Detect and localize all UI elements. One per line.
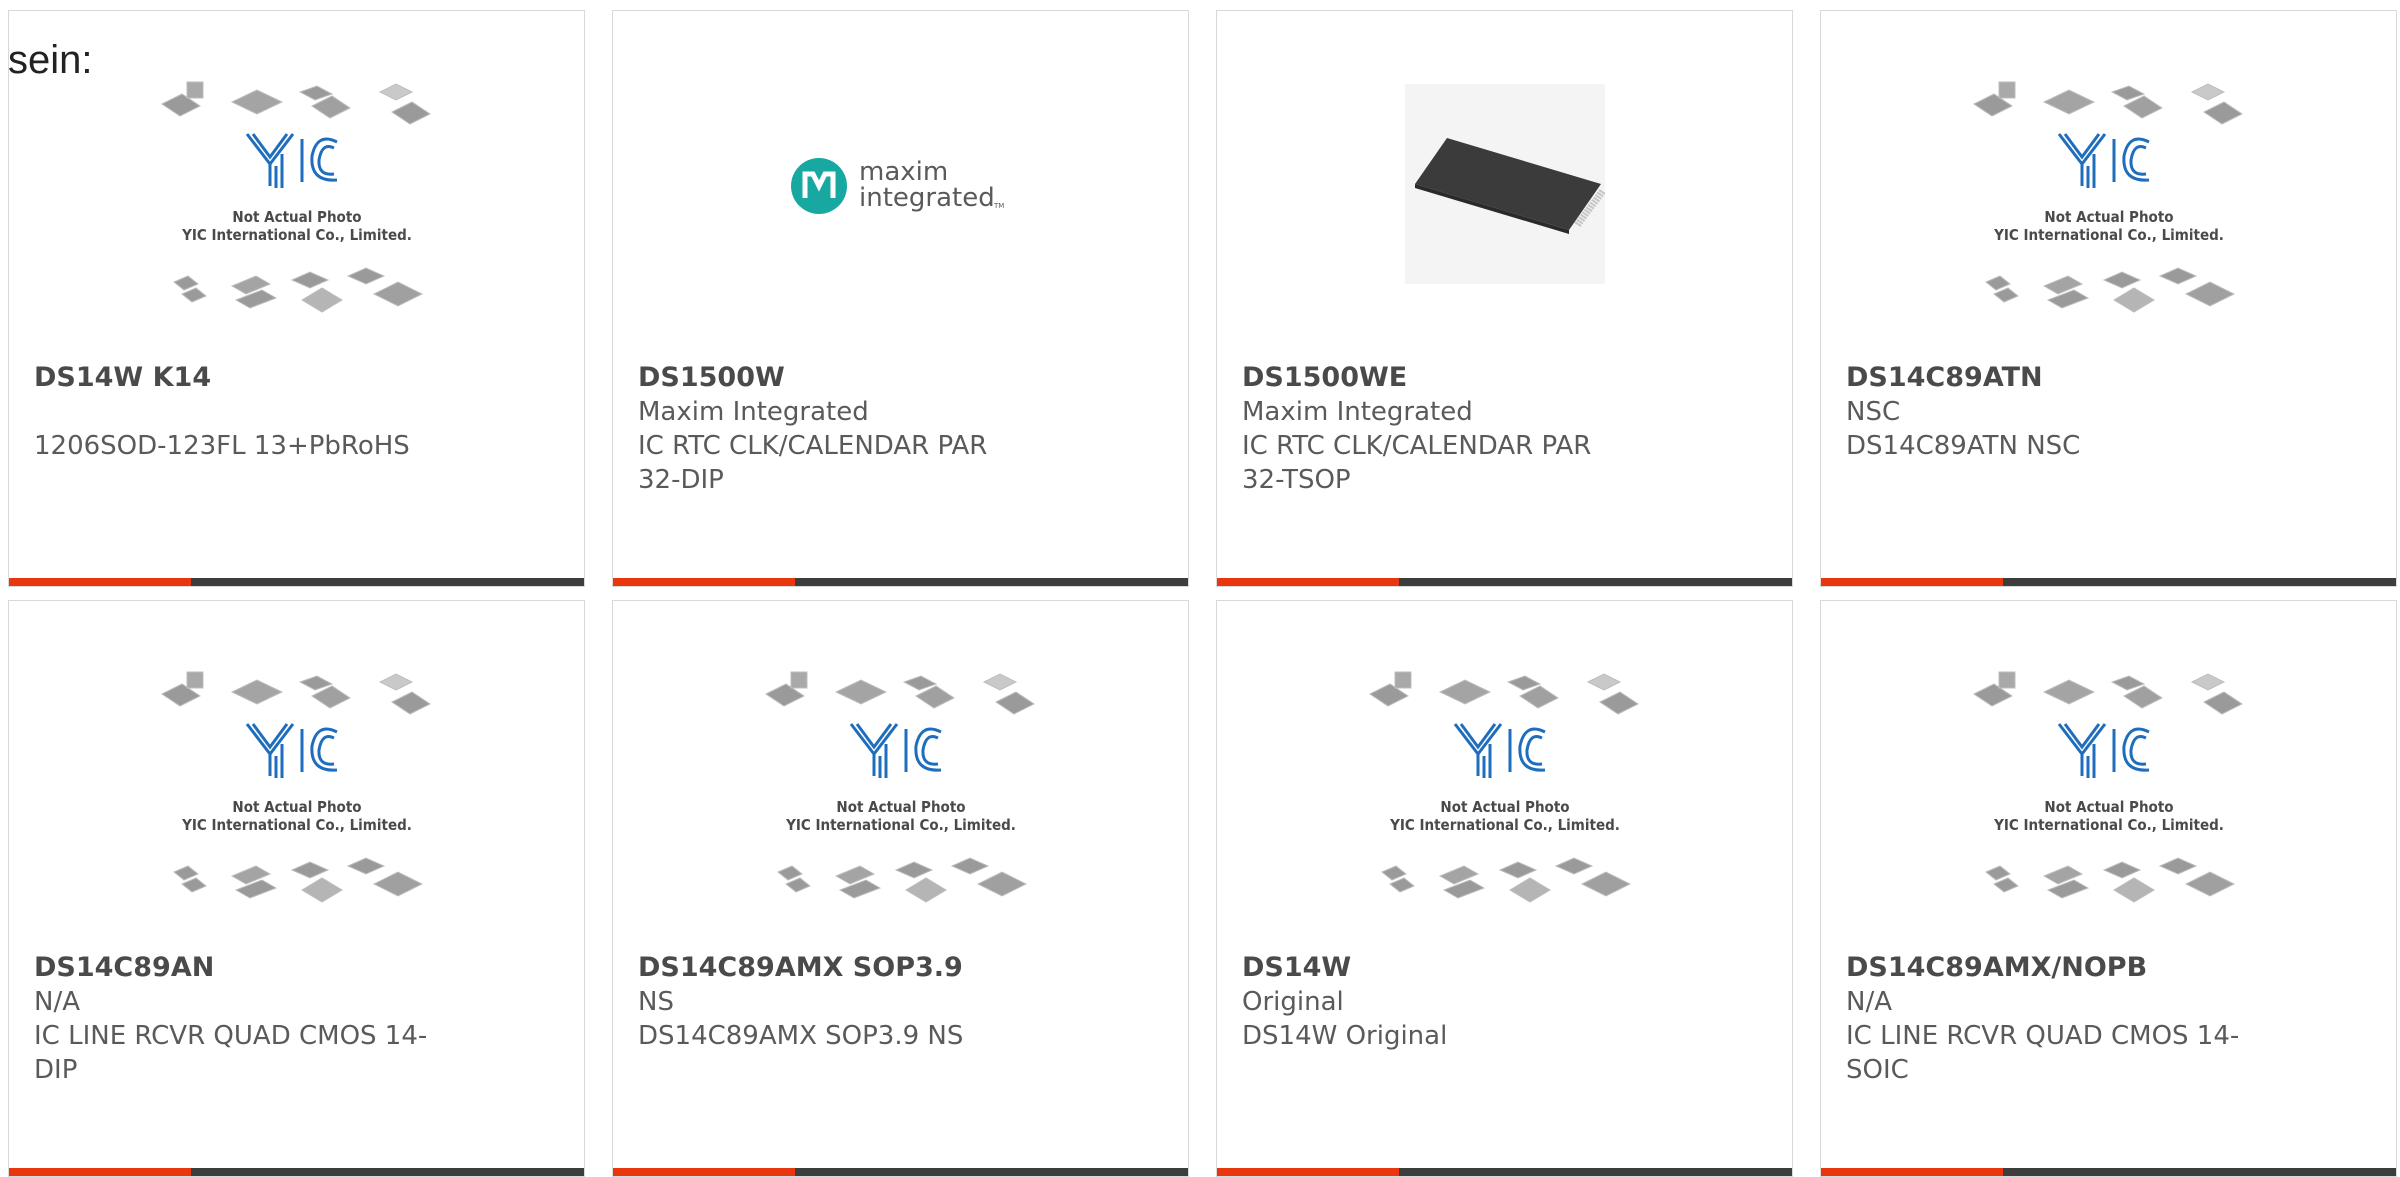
card-bottom-bar bbox=[613, 1168, 1188, 1176]
product-name[interactable]: DS1500W bbox=[638, 361, 1038, 395]
yic-placeholder-icon: Not Actual Photo YIC International Co., … bbox=[1972, 81, 2243, 313]
product-description: DS14W Original bbox=[1242, 1021, 1448, 1051]
product-card[interactable]: Not Actual Photo YIC International Co., … bbox=[1820, 10, 2397, 587]
product-info: DS1500WE Maxim Integrated IC RTC CLK/CALEN… bbox=[1242, 361, 1642, 497]
product-description: DS14C89ATN NSC bbox=[1846, 431, 2081, 461]
card-bottom-bar bbox=[1217, 578, 1792, 586]
product-image[interactable]: Not Actual Photo YIC International Co., … bbox=[613, 601, 1188, 946]
product-card[interactable]: Not Actual Photo YIC International Co., … bbox=[8, 10, 585, 587]
product-name[interactable]: DS14C89AMX/NOPB bbox=[1846, 951, 2246, 985]
product-image[interactable]: Not Actual Photo YIC International Co., … bbox=[1821, 601, 2396, 946]
card-accent-bar bbox=[613, 578, 795, 586]
placeholder-line1: Not Actual Photo bbox=[836, 798, 965, 816]
product-manufacturer: N/A bbox=[34, 987, 80, 1017]
placeholder-line2: YIC International Co., Limited. bbox=[785, 816, 1016, 834]
placeholder-line2: YIC International Co., Limited. bbox=[1389, 816, 1620, 834]
product-name[interactable]: DS14C89AN bbox=[34, 951, 434, 985]
placeholder-line2: YIC International Co., Limited. bbox=[1993, 226, 2224, 244]
placeholder-line1: Not Actual Photo bbox=[1440, 798, 1569, 816]
placeholder-line1: Not Actual Photo bbox=[2044, 208, 2173, 226]
product-card[interactable]: Not Actual Photo YIC International Co., … bbox=[8, 600, 585, 1177]
card-bottom-bar bbox=[613, 578, 1188, 586]
tsop-chip-icon bbox=[1404, 83, 1605, 284]
product-image[interactable]: maxim integrated TM bbox=[613, 11, 1188, 356]
product-manufacturer: Maxim Integrated bbox=[638, 397, 869, 427]
product-name[interactable]: DS14C89ATN bbox=[1846, 361, 2246, 395]
product-image[interactable]: Not Actual Photo YIC International Co., … bbox=[9, 11, 584, 356]
card-bottom-bar bbox=[1821, 1168, 2396, 1176]
product-manufacturer bbox=[34, 395, 434, 429]
card-bottom-bar bbox=[9, 578, 584, 586]
product-info: DS14W Original DS14W Original bbox=[1242, 951, 1642, 1053]
product-image[interactable]: Not Actual Photo YIC International Co., … bbox=[1217, 601, 1792, 946]
maxim-logo-icon: maximintegrated TM bbox=[790, 157, 1004, 214]
product-info: DS14C89ATN NSC DS14C89ATN NSC bbox=[1846, 361, 2246, 463]
card-accent-bar bbox=[9, 1168, 191, 1176]
placeholder-line2: YIC International Co., Limited. bbox=[1993, 816, 2224, 834]
product-card[interactable]: DS1500WE Maxim Integrated IC RTC CLK/CALEN… bbox=[1216, 10, 1793, 587]
card-bottom-bar bbox=[1217, 1168, 1792, 1176]
card-accent-bar bbox=[613, 1168, 795, 1176]
product-description: IC LINE RCVR QUAD CMOS 14-SOIC bbox=[1846, 1021, 2240, 1085]
card-accent-bar bbox=[1821, 1168, 2003, 1176]
product-description: IC LINE RCVR QUAD CMOS 14-DIP bbox=[34, 1021, 428, 1085]
product-description: DS14C89AMX SOP3.9 NS bbox=[638, 1021, 964, 1051]
product-image[interactable]: Not Actual Photo YIC International Co., … bbox=[9, 601, 584, 946]
placeholder-line1: Not Actual Photo bbox=[232, 798, 361, 816]
product-name[interactable]: DS14W bbox=[1242, 951, 1642, 985]
product-name[interactable]: DS14W K14 bbox=[34, 361, 434, 395]
card-accent-bar bbox=[1821, 578, 2003, 586]
yic-placeholder-icon: Not Actual Photo YIC International Co., … bbox=[160, 671, 431, 903]
product-info: DS14C89AMX SOP3.9 NS DS14C89AMX SOP3.9 NS bbox=[638, 951, 1038, 1053]
card-accent-bar bbox=[1217, 1168, 1399, 1176]
product-manufacturer: NS bbox=[638, 987, 674, 1017]
yic-placeholder-icon: Not Actual Photo YIC International Co., … bbox=[1972, 671, 2243, 903]
product-name[interactable]: DS14C89AMX SOP3.9 bbox=[638, 951, 1038, 985]
placeholder-line2: YIC International Co., Limited. bbox=[181, 816, 412, 834]
card-accent-bar bbox=[1217, 578, 1399, 586]
yic-placeholder-icon: Not Actual Photo YIC International Co., … bbox=[1368, 671, 1639, 903]
product-card[interactable]: Not Actual Photo YIC International Co., … bbox=[1820, 600, 2397, 1177]
product-manufacturer: Original bbox=[1242, 987, 1344, 1017]
product-manufacturer: N/A bbox=[1846, 987, 1892, 1017]
card-bottom-bar bbox=[1821, 578, 2396, 586]
product-manufacturer: Maxim Integrated bbox=[1242, 397, 1473, 427]
product-card[interactable]: Not Actual Photo YIC International Co., … bbox=[612, 600, 1189, 1177]
yic-placeholder-icon: Not Actual Photo YIC International Co., … bbox=[764, 671, 1035, 903]
product-image[interactable] bbox=[1217, 11, 1792, 356]
product-name[interactable]: DS1500WE bbox=[1242, 361, 1642, 395]
product-description: 1206SOD-123FL 13+PbRoHS bbox=[34, 431, 410, 461]
product-description: IC RTC CLK/CALENDAR PAR 32-TSOP bbox=[1242, 431, 1592, 495]
product-card[interactable]: Not Actual Photo YIC International Co., … bbox=[1216, 600, 1793, 1177]
product-info: DS14C89AN N/A IC LINE RCVR QUAD CMOS 14-DI… bbox=[34, 951, 434, 1087]
product-info: DS14C89AMX/NOPB N/A IC LINE RCVR QUAD CMOS… bbox=[1846, 951, 2246, 1087]
placeholder-line1: Not Actual Photo bbox=[2044, 798, 2173, 816]
placeholder-line2: YIC International Co., Limited. bbox=[181, 226, 412, 244]
product-info: DS14W K14 1206SOD-123FL 13+PbRoHS bbox=[34, 361, 434, 463]
logo-line2: integrated bbox=[859, 183, 995, 213]
product-description: IC RTC CLK/CALENDAR PAR 32-DIP bbox=[638, 431, 988, 495]
card-bottom-bar bbox=[9, 1168, 584, 1176]
product-manufacturer: NSC bbox=[1846, 397, 1901, 427]
yic-placeholder-icon: Not Actual Photo YIC International Co., … bbox=[160, 81, 431, 313]
product-card[interactable]: maxim integrated TM DS1500W Maxim Integrated… bbox=[612, 10, 1189, 587]
placeholder-line1: Not Actual Photo bbox=[232, 208, 361, 226]
logo-tm: TM bbox=[993, 202, 1004, 210]
product-image[interactable]: Not Actual Photo YIC International Co., … bbox=[1821, 11, 2396, 356]
product-info: DS1500W Maxim Integrated IC RTC CLK/CALEND… bbox=[638, 361, 1038, 497]
intro-text: sein: bbox=[8, 38, 93, 82]
card-accent-bar bbox=[9, 578, 191, 586]
